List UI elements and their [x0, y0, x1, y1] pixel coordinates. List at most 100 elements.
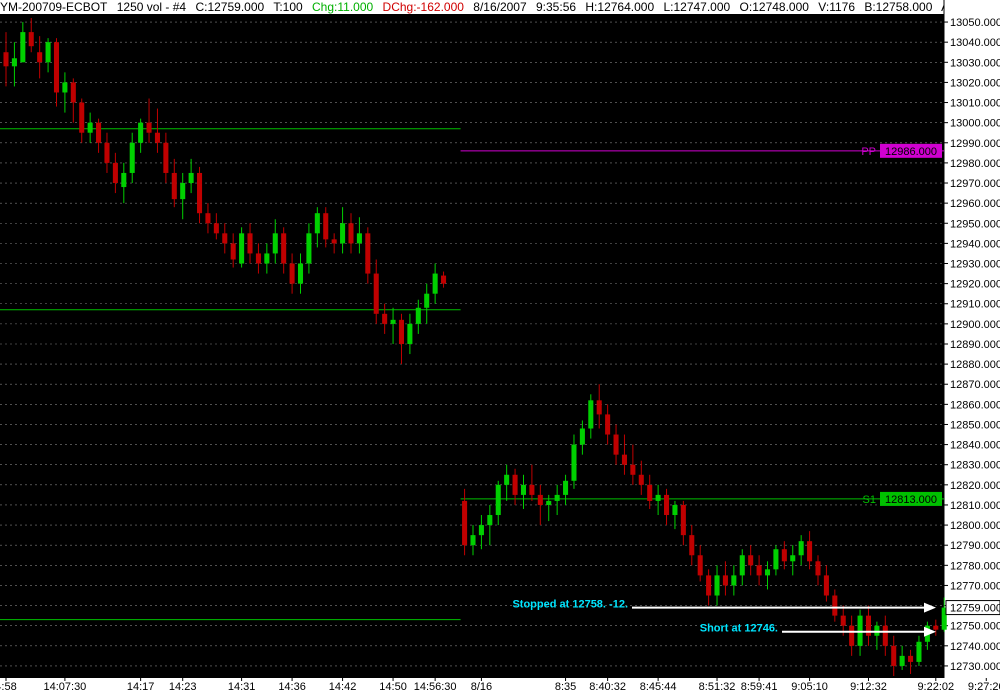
candle-body	[373, 273, 379, 314]
y-tick-label: 13030.000	[950, 57, 1000, 69]
x-tick-label: 8/16	[471, 681, 492, 693]
candle-body	[70, 82, 76, 103]
y-tick-label: 12970.000	[950, 178, 1000, 190]
y-tick-label: 12820.000	[950, 480, 1000, 492]
candle-body	[213, 223, 219, 234]
candle-body	[415, 307, 421, 324]
x-tick-label: 9:05:10	[791, 681, 828, 693]
y-tick-label: 12730.000	[950, 661, 1000, 673]
candle-body	[916, 641, 922, 662]
candle-body	[764, 569, 771, 576]
y-tick-label: 12840.000	[950, 440, 1000, 452]
level-name-label: S1	[863, 494, 876, 506]
y-tick-label: 12800.000	[950, 520, 1000, 532]
candle-body	[655, 494, 661, 501]
candle-body	[390, 319, 396, 324]
candle-body	[891, 645, 897, 666]
x-tick-label: 9:22:02	[917, 681, 954, 693]
candle-body	[630, 464, 636, 475]
candle-body	[908, 655, 914, 662]
candle-body	[121, 172, 127, 188]
candle-body	[323, 213, 329, 240]
candle-body	[849, 625, 855, 646]
y-tick-label: 13000.000	[950, 118, 1000, 130]
candle-body	[331, 239, 337, 244]
candle-body	[832, 595, 838, 616]
candle-body	[154, 132, 160, 143]
y-tick-label: 12790.000	[950, 540, 1000, 552]
candle-body	[689, 535, 695, 556]
candle-body	[756, 565, 762, 576]
candle-body	[647, 484, 653, 501]
candle-body	[588, 400, 594, 429]
candle-body	[487, 515, 493, 526]
candle-body	[933, 625, 939, 630]
candle-body	[748, 555, 754, 566]
x-tick-label: 14:31	[228, 681, 256, 693]
x-tick-label: 9:27:20	[968, 681, 1000, 693]
last-price-label: 12759.000	[950, 603, 1000, 615]
candle-body	[807, 541, 813, 562]
candle-body	[348, 223, 354, 244]
candle-body	[297, 263, 304, 284]
candle-body	[798, 541, 804, 556]
candle-body	[441, 275, 447, 284]
x-tick-label: 14:56:30	[414, 681, 457, 693]
candle-body	[129, 142, 135, 173]
candle-body	[188, 172, 194, 184]
candle-body	[96, 122, 102, 143]
candle-body	[53, 42, 60, 93]
candle-body	[407, 323, 413, 344]
candle-body	[857, 615, 863, 646]
candle-body	[314, 213, 320, 234]
candle-body	[563, 480, 569, 495]
level-price-label: 12986.000	[885, 146, 937, 158]
candle-body	[247, 233, 253, 254]
candle-body	[28, 32, 34, 47]
y-tick-label: 12960.000	[950, 198, 1000, 210]
x-tick-label: 14:36	[278, 681, 306, 693]
y-tick-label: 12780.000	[950, 560, 1000, 572]
candle-body	[398, 319, 405, 344]
annotation-arrowhead	[924, 602, 936, 613]
candle-body	[739, 555, 745, 576]
candle-body	[773, 549, 779, 570]
y-tick-label: 12950.000	[950, 218, 1000, 230]
y-tick-label: 12910.000	[950, 299, 1000, 311]
y-tick-label: 12830.000	[950, 460, 1000, 472]
x-tick-label: 9:12:32	[850, 681, 887, 693]
y-tick-label: 12860.000	[950, 399, 1000, 411]
y-tick-label: 12900.000	[950, 319, 1000, 331]
candle-body	[11, 58, 17, 67]
candle-body	[306, 233, 312, 264]
candle-body	[356, 233, 362, 244]
y-tick-label: 12870.000	[950, 379, 1000, 391]
candle-body	[138, 122, 144, 143]
candle-body	[281, 233, 287, 264]
candle-body	[264, 253, 270, 264]
candle-body	[365, 233, 371, 274]
price-chart[interactable]: 12730.00012740.00012750.00012760.0001277…	[0, 0, 1000, 694]
candle-body	[163, 142, 169, 173]
candle-body	[20, 32, 26, 63]
y-tick-label: 12990.000	[950, 138, 1000, 150]
candle-body	[520, 484, 527, 495]
x-tick-label: 8:40:32	[589, 681, 626, 693]
candle-body	[546, 500, 552, 505]
candle-body	[664, 494, 670, 516]
y-tick-label: 12890.000	[950, 339, 1000, 351]
candle-body	[638, 474, 644, 485]
candle-body	[239, 233, 245, 264]
x-tick-label: 14:23	[169, 681, 197, 693]
y-tick-label: 12880.000	[950, 359, 1000, 371]
candle-body	[731, 575, 737, 586]
x-tick-label: 8:45:44	[640, 681, 677, 693]
candle-body	[87, 122, 93, 133]
candle-body	[605, 414, 611, 435]
candle-body	[230, 243, 236, 260]
y-tick-label: 13010.000	[950, 98, 1000, 110]
candle-body	[621, 454, 627, 465]
candle-body	[180, 183, 186, 200]
y-tick-label: 12930.000	[950, 259, 1000, 271]
candle-body	[512, 474, 518, 495]
